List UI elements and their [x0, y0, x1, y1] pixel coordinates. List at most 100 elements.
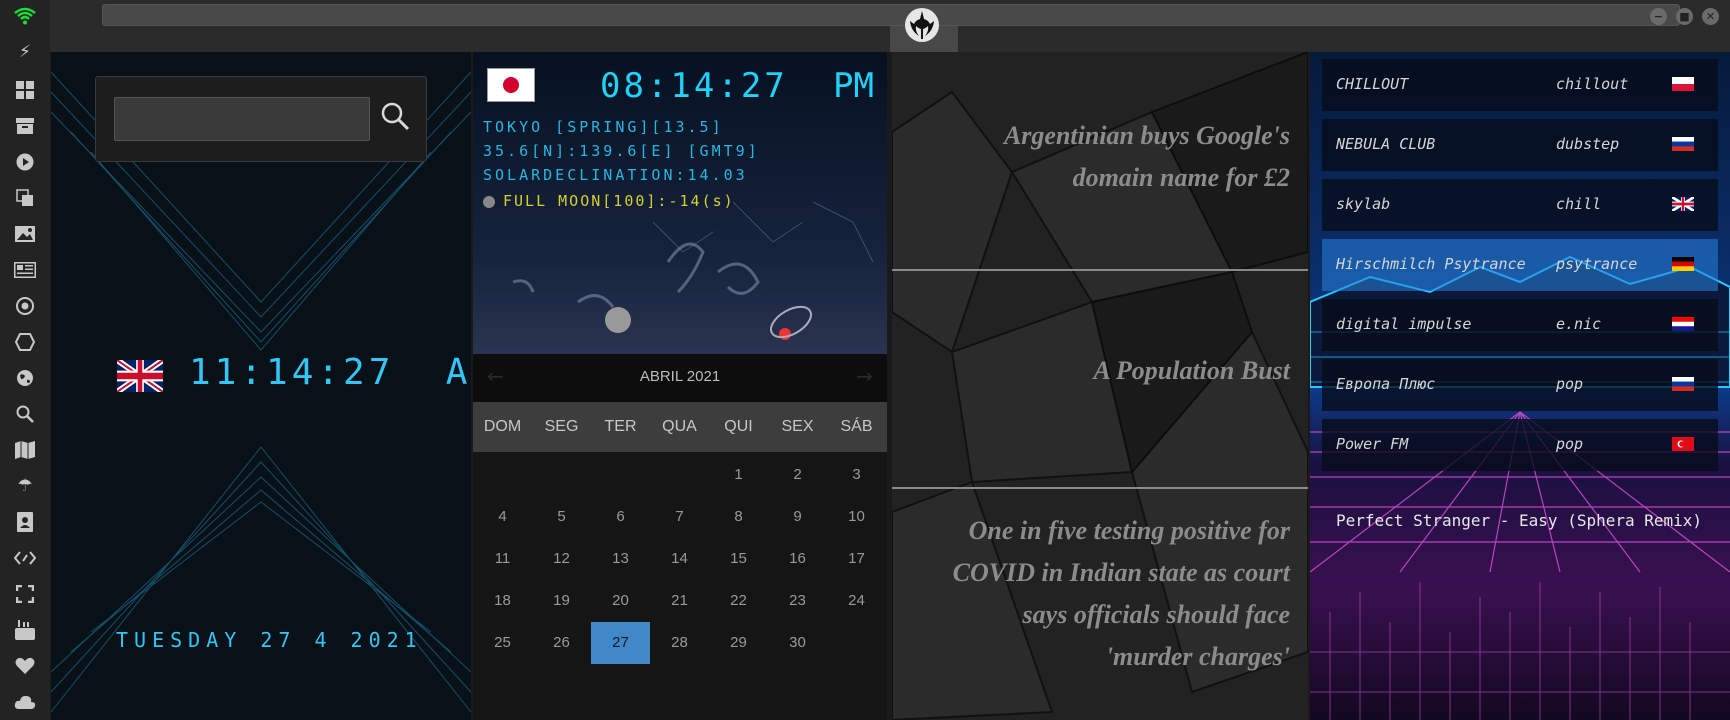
translate-icon[interactable]	[10, 186, 40, 210]
calendar-day[interactable]: 13	[591, 538, 650, 580]
calendar-day[interactable]	[591, 454, 650, 496]
station-name: skylab	[1336, 195, 1391, 213]
news-icon[interactable]	[10, 258, 40, 282]
calendar-day[interactable]: 14	[650, 538, 709, 580]
calendar-day[interactable]	[473, 454, 532, 496]
radio-widget: CHILLOUT chillout NEBULA CLUB dubstep sk…	[1310, 52, 1730, 720]
youtube-icon[interactable]	[10, 618, 40, 642]
calendar-day[interactable]: 30	[768, 622, 827, 664]
star-map: 08:14:27 PM TOKYO [SPRING][13.5] 35.6[N]…	[473, 52, 887, 354]
calendar-day[interactable]: 2	[768, 454, 827, 496]
russia-flag-icon	[1672, 137, 1694, 151]
radio-station[interactable]: NEBULA CLUB dubstep	[1322, 119, 1718, 171]
news-widget: Argentinian buys Google's domain name fo…	[892, 52, 1308, 720]
calendar-day[interactable]: 12	[532, 538, 591, 580]
maximize-button[interactable]: ■	[1676, 8, 1693, 25]
calendar-grid: 1 2 3 4 5 6 7 8 9 10 11 12 13 14 15 16 1…	[473, 454, 887, 664]
calendar-day[interactable]: 16	[768, 538, 827, 580]
radio-station[interactable]: Power FM pop	[1322, 419, 1718, 471]
calendar-day[interactable]: 6	[591, 496, 650, 538]
calendar-week: 18 19 20 21 22 23 24	[473, 580, 887, 622]
calendar-day[interactable]: 11	[473, 538, 532, 580]
station-genre: chill	[1556, 195, 1602, 213]
calendar-day[interactable]: 7	[650, 496, 709, 538]
calendar-day[interactable]: 20	[591, 580, 650, 622]
calendar-day[interactable]: 1	[709, 454, 768, 496]
calendar-week: 4 5 6 7 8 9 10	[473, 496, 887, 538]
contacts-icon[interactable]	[10, 510, 40, 534]
weekday-label: SÁB	[840, 418, 873, 435]
calendar-week: 25 26 27 28 29 30	[473, 622, 887, 664]
news-divider	[892, 487, 1308, 489]
calendar-day[interactable]: 17	[827, 538, 886, 580]
calendar-day[interactable]: 21	[650, 580, 709, 622]
calendar-day[interactable]: 28	[650, 622, 709, 664]
now-playing-title: Perfect Stranger - Easy (Sphera Remix)	[1336, 511, 1703, 530]
station-genre: chillout	[1556, 75, 1629, 93]
tokyo-coordinates: 35.6[N]:139.6[E] [GMT9]	[483, 142, 760, 160]
croatia-flag-icon	[1672, 317, 1694, 331]
calendar-day[interactable]: 8	[709, 496, 768, 538]
news-headline[interactable]: A Population Bust	[1093, 350, 1290, 392]
calendar-day[interactable]: 23	[768, 580, 827, 622]
news-headline[interactable]: One in five testing positive for COVID i…	[953, 510, 1290, 678]
calendar-day[interactable]	[827, 622, 886, 664]
tokyo-clock-widget: 08:14:27 PM TOKYO [SPRING][13.5] 35.6[N]…	[473, 52, 887, 720]
radio-station-active[interactable]: Hirschmilch Psytrance psytrance	[1322, 239, 1718, 291]
search-input[interactable]	[114, 97, 370, 141]
station-genre: dubstep	[1556, 135, 1620, 153]
aperture-icon[interactable]	[10, 294, 40, 318]
news-headline[interactable]: Argentinian buys Google's domain name fo…	[1004, 115, 1290, 199]
calendar-day[interactable]	[650, 454, 709, 496]
weekday-label: SEG	[544, 418, 579, 435]
weekday-label: TER	[604, 418, 637, 435]
calendar-day[interactable]: 4	[473, 496, 532, 538]
search-icon[interactable]	[10, 402, 40, 426]
calendar-week: 1 2 3	[473, 454, 887, 496]
calendar-day[interactable]: 25	[473, 622, 532, 664]
station-name: Европа Плюс	[1336, 375, 1436, 393]
calendar-next-button[interactable]: →	[856, 364, 873, 388]
radio-station[interactable]: CHILLOUT chillout	[1322, 59, 1718, 111]
weekday-label: SEX	[781, 418, 814, 435]
station-genre: e.nic	[1556, 315, 1602, 333]
calendar-day[interactable]: 24	[827, 580, 886, 622]
address-bar[interactable]	[102, 4, 1680, 26]
code-icon[interactable]	[10, 546, 40, 570]
close-button[interactable]: ✕	[1702, 8, 1719, 25]
radio-station[interactable]: digital impulse e.nic	[1322, 299, 1718, 351]
globe-icon[interactable]	[10, 366, 40, 390]
calendar-day[interactable]: 9	[768, 496, 827, 538]
calendar-day[interactable]: 19	[532, 580, 591, 622]
windows-icon[interactable]	[10, 78, 40, 102]
calendar-day[interactable]: 29	[709, 622, 768, 664]
lightning-icon[interactable]: ⚡	[10, 40, 40, 64]
calendar-day[interactable]: 22	[709, 580, 768, 622]
calendar-day[interactable]: 18	[473, 580, 532, 622]
cloud-icon[interactable]	[10, 690, 40, 714]
play-icon[interactable]	[10, 150, 40, 174]
top-bar: − ■ ✕	[50, 0, 1730, 52]
fullscreen-icon[interactable]	[10, 582, 40, 606]
calendar-day[interactable]: 26	[532, 622, 591, 664]
russia-flag-icon	[1672, 377, 1694, 391]
radio-station[interactable]: skylab chill	[1322, 179, 1718, 231]
wifi-icon[interactable]	[10, 4, 40, 28]
hexagon-icon[interactable]	[10, 330, 40, 354]
search-icon[interactable]	[380, 101, 410, 131]
calendar-day[interactable]: 15	[709, 538, 768, 580]
minimize-button[interactable]: −	[1650, 8, 1667, 25]
heart-icon[interactable]	[10, 654, 40, 678]
calendar-day[interactable]: 3	[827, 454, 886, 496]
archive-icon[interactable]	[10, 114, 40, 138]
map-icon[interactable]	[10, 438, 40, 462]
rebel-alliance-icon[interactable]	[904, 7, 940, 43]
calendar-day[interactable]: 10	[827, 496, 886, 538]
radio-station[interactable]: Европа Плюс pop	[1322, 359, 1718, 411]
calendar-day[interactable]	[532, 454, 591, 496]
image-icon[interactable]	[10, 222, 40, 246]
calendar: ← ABRIL 2021 → DOM SEG TER QUA QUI SEX S…	[473, 354, 887, 720]
calendar-day[interactable]: 5	[532, 496, 591, 538]
umbrella-icon[interactable]: ☂	[10, 474, 40, 498]
calendar-day-today[interactable]: 27	[591, 622, 650, 664]
